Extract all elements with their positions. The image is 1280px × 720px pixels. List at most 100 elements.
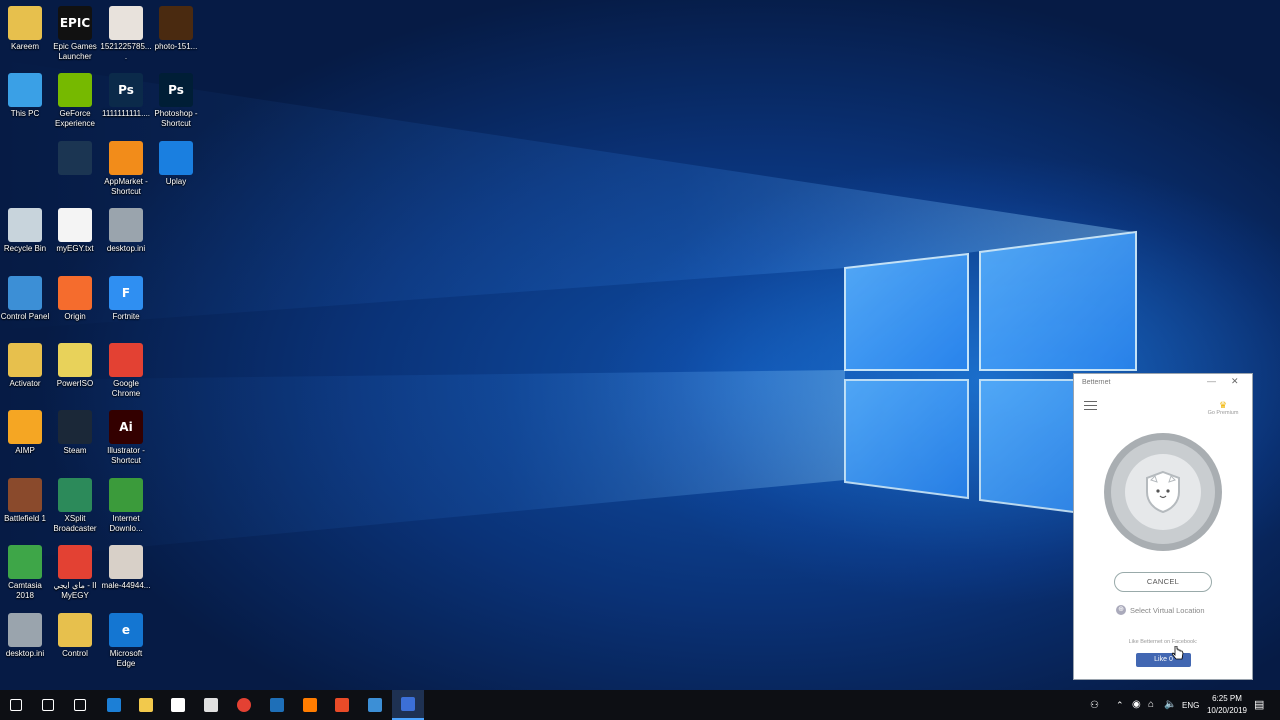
desktop-icon-label: Epic Games Launcher — [53, 42, 97, 61]
desktop-icon[interactable]: F Fortnite — [100, 275, 152, 322]
desktop-icon[interactable]: myEGY.txt — [49, 208, 101, 254]
volume-icon[interactable]: 🔈 — [1164, 699, 1176, 710]
select-virtual-location-button[interactable]: ⊕ Select Virtual Location — [1116, 605, 1205, 615]
desktop-icon[interactable]: Internet Downlo... — [100, 477, 152, 534]
cancel-button[interactable]: CANCEL — [1114, 572, 1212, 592]
desktop-icon[interactable]: Control Panel — [0, 275, 51, 322]
desktop-icon[interactable]: Uplay — [150, 140, 202, 187]
desktop-icon-label: PowerISO — [56, 379, 94, 388]
people-icon[interactable]: ⚇ — [1090, 700, 1099, 711]
desktop-icon-label: Microsoft Edge — [109, 648, 143, 668]
desktop-icon[interactable]: Ps 1111111111.... — [100, 73, 152, 119]
desktop-icon[interactable]: Recycle Bin — [0, 208, 51, 254]
desktop-icon[interactable]: Google Chrome — [100, 343, 152, 399]
minimize-button[interactable]: — — [1207, 376, 1216, 386]
desktop-icon[interactable]: Battlefield 1 — [0, 477, 51, 524]
desktop-icon-label: Photoshop - Shortcut — [154, 109, 198, 129]
desktop-icon[interactable]: 1521225785.... — [100, 6, 152, 62]
desktop-icon[interactable]: Ps Photoshop - Shortcut — [150, 73, 202, 129]
desktop-icon[interactable]: desktop.ini — [0, 612, 51, 659]
taskbar-chrome-button[interactable] — [228, 690, 260, 720]
betternet-window: Betternet — ✕ ♛ Go Premium CANCEL ⊕ Sele… — [1073, 373, 1253, 680]
shield-icon — [1146, 470, 1180, 514]
desktop-icon-label: Illustrator - Shortcut — [107, 446, 145, 466]
epic-games-icon: EPIC — [58, 6, 92, 40]
network-icon[interactable]: ⌂ — [1148, 699, 1154, 710]
desktop-icon[interactable]: This PC — [0, 73, 51, 119]
taskbar-photoshop-button[interactable] — [261, 690, 293, 720]
edge-icon — [107, 698, 121, 712]
image-thumbnail-icon — [109, 6, 143, 40]
go-premium-label: Go Premium — [1207, 410, 1239, 416]
taskbar-task-view-button[interactable] — [64, 690, 96, 720]
desktop-icon-label: desktop.ini — [106, 244, 146, 254]
taskbar-betternet-button[interactable] — [392, 690, 424, 720]
desktop-icon-label: XSplit Broadcaster — [53, 513, 97, 533]
desktop-icon[interactable]: Ai Illustrator - Shortcut — [100, 410, 152, 466]
desktop-icon-label: Steam — [63, 446, 87, 456]
photo-thumbnail-icon — [159, 6, 193, 40]
desktop-icon[interactable]: EPIC Epic Games Launcher — [49, 6, 101, 62]
go-premium-button[interactable]: ♛ Go Premium — [1200, 400, 1246, 416]
control-panel-icon — [368, 698, 382, 712]
select-location-label: Select Virtual Location — [1130, 605, 1205, 615]
desktop-icon-label: Google Chrome — [111, 379, 141, 398]
desktop-icon[interactable]: Kareem — [0, 6, 51, 52]
taskbar-control-panel-button[interactable] — [359, 690, 391, 720]
camtasia-icon — [8, 545, 42, 580]
file-explorer-icon — [139, 698, 153, 712]
desktop-icon-label: This PC — [10, 109, 40, 119]
desktop-icon[interactable] — [49, 140, 101, 177]
desktop-icon-label: Kareem — [10, 42, 39, 51]
clock-time[interactable]: 6:25 PM — [1204, 694, 1250, 703]
desktop-icon[interactable]: Camtasia 2018 — [0, 545, 51, 601]
desktop-icon[interactable]: XSplit Broadcaster — [49, 477, 101, 534]
taskbar-file-explorer-button[interactable] — [130, 690, 162, 720]
desktop-icon-label: Control Panel — [0, 311, 50, 321]
language-indicator[interactable]: ENG — [1182, 701, 1199, 710]
appmarket-icon — [109, 140, 143, 175]
desktop-icon[interactable]: Control — [49, 612, 101, 659]
desktop-icon[interactable]: Steam — [49, 410, 101, 456]
desktop-icon[interactable]: male-44944... — [100, 545, 152, 591]
show-hidden-icons-icon[interactable]: ⌃ — [1116, 700, 1124, 711]
taskbar-start-windows-button[interactable] — [0, 690, 32, 720]
aimp-icon — [8, 410, 42, 445]
taskbar-illustrator-button[interactable] — [294, 690, 326, 720]
desktop-icon[interactable]: desktop.ini — [100, 208, 152, 254]
desktop-icon[interactable]: GeForce Experience — [49, 73, 101, 129]
desktop-icon-label: Battlefield 1 — [4, 513, 46, 523]
betternet-tray-icon[interactable]: ◉ — [1132, 699, 1141, 710]
desktop-icon[interactable]: PowerISO — [49, 343, 101, 389]
desktop-icon[interactable]: AppMarket - Shortcut — [100, 140, 152, 197]
desktop-icon-label: Camtasia 2018 — [8, 581, 42, 601]
close-button[interactable]: ✕ — [1231, 376, 1239, 387]
desktop-icon[interactable]: Origin — [49, 275, 101, 322]
like-label: Like 0 — [1154, 656, 1173, 663]
desktop-icon[interactable]: AIMP — [0, 410, 51, 456]
psd-file-icon: Ps — [109, 73, 143, 108]
desktop-icon[interactable]: e Microsoft Edge — [100, 612, 152, 669]
taskbar-camtasia-button[interactable] — [326, 690, 358, 720]
nvidia-icon — [58, 73, 92, 108]
battlefield-icon — [8, 477, 42, 512]
desktop-icon[interactable]: ماي ايجي - II MyEGY — [49, 545, 101, 601]
origin-icon — [58, 275, 92, 310]
taskbar-edge-button[interactable] — [98, 690, 130, 720]
edge-icon: e — [109, 612, 143, 647]
desktop-icon[interactable]: photo-151... — [150, 6, 202, 52]
desktop-icon-label: Control — [62, 648, 88, 658]
hamburger-menu-icon[interactable] — [1084, 401, 1097, 410]
betternet-icon — [401, 697, 415, 711]
action-center-icon[interactable]: ▤ — [1254, 698, 1264, 711]
desktop-icon[interactable]: Activator — [0, 343, 51, 389]
icon-glyph: Ai — [119, 420, 133, 435]
taskbar-mail-button[interactable] — [195, 690, 227, 720]
taskbar-search-button[interactable] — [32, 690, 64, 720]
mail-icon — [204, 698, 218, 712]
desktop-icon-label: Fortnite — [112, 311, 140, 321]
taskbar-store-button[interactable] — [162, 690, 194, 720]
photoshop-icon: Ps — [159, 73, 193, 108]
clock-date[interactable]: 10/20/2019 — [1204, 706, 1250, 715]
recycle-bin-icon — [8, 208, 42, 243]
